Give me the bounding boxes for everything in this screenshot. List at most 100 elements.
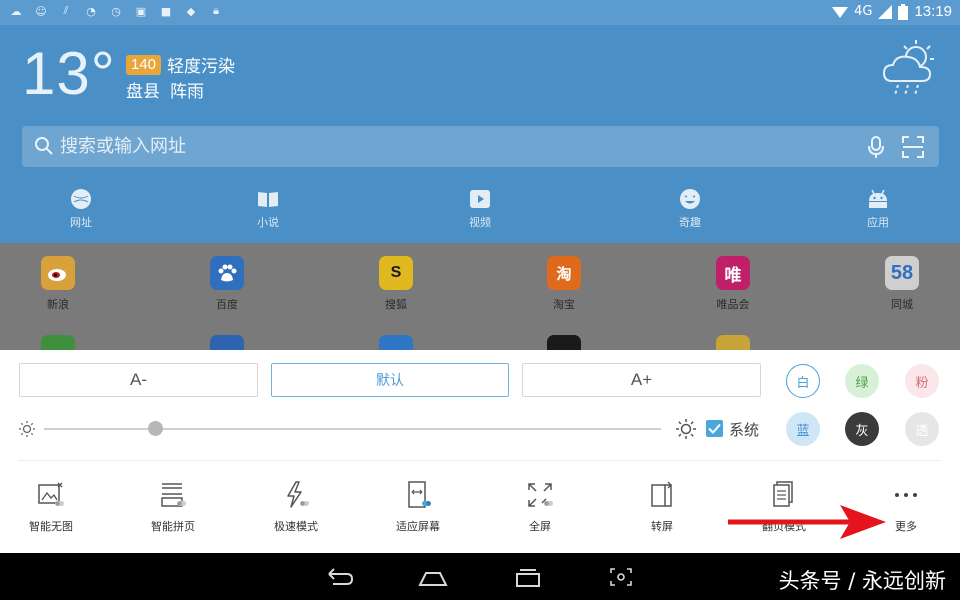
app-icon: ■ xyxy=(160,4,172,18)
vip-logo-icon: 唯 xyxy=(716,256,750,290)
site-partial-icon[interactable] xyxy=(716,335,750,350)
smile-icon xyxy=(680,189,700,209)
site-partial-icon[interactable] xyxy=(41,335,75,350)
font-decrease-button[interactable]: A- xyxy=(19,363,258,397)
rain-cloud-icon[interactable] xyxy=(880,37,940,97)
watermark-text: 头条号 / 永远创新 xyxy=(778,569,946,593)
tool-rotate-screen[interactable]: 转屏 xyxy=(617,480,707,534)
nav-label: 奇趣 xyxy=(679,216,701,229)
site-label: 百度 xyxy=(216,298,238,311)
tool-label: 智能拼页 xyxy=(151,520,195,533)
nav-label: 视频 xyxy=(469,216,491,229)
brightness-high-icon xyxy=(676,419,696,439)
system-brightness-checkbox[interactable] xyxy=(706,420,723,437)
site-baidu[interactable]: 百度 xyxy=(187,256,267,312)
site-58-tongcheng[interactable]: 58 同城 xyxy=(862,256,942,312)
checkmark-icon xyxy=(708,423,721,434)
nav-label: 应用 xyxy=(867,216,889,229)
tool-label: 极速模式 xyxy=(274,520,318,533)
tool-fit-screen[interactable]: 适应屏幕 xyxy=(373,480,463,534)
home-nav: 网址 小说 视频 奇趣 应用 xyxy=(0,188,960,238)
nav-item-apps[interactable]: 应用 xyxy=(838,188,918,230)
baidu-logo-icon xyxy=(210,256,244,290)
status-bar: ☁ ☺ ⫽ ◔ ◷ ▣ ■ ◆ 🔒︎ 4G 13:19 xyxy=(0,0,960,25)
status-left-icons: ☁ ☺ ⫽ ◔ ◷ ▣ ■ ◆ 🔒︎ xyxy=(8,4,224,18)
page-merge-icon xyxy=(161,483,186,507)
system-brightness-label: 系统 xyxy=(729,421,760,439)
cell-signal-icon xyxy=(878,4,893,19)
air-quality[interactable]: 140 轻度污染 xyxy=(126,52,235,77)
cloud-icon: ☁ xyxy=(10,4,22,18)
site-vip[interactable]: 唯 唯品会 xyxy=(693,256,773,312)
screenshot-icon[interactable] xyxy=(608,565,634,589)
nav-item-fun[interactable]: 奇趣 xyxy=(650,188,730,230)
tool-smart-no-image[interactable]: 智能无图 xyxy=(6,480,96,534)
status-right: 4G 13:19 xyxy=(832,3,952,20)
site-partial-icon[interactable] xyxy=(210,335,244,350)
theme-transparent-button[interactable]: 透 xyxy=(905,412,939,446)
image-icon: ▣ xyxy=(135,4,147,18)
site-taobao[interactable]: 淘 淘宝 xyxy=(524,256,604,312)
tool-speed-mode[interactable]: 极速模式 xyxy=(251,480,341,534)
theme-blue-button[interactable]: 蓝 xyxy=(786,412,820,446)
system-nav-bar: 头条号 / 永远创新 xyxy=(0,553,960,600)
site-partial-icon[interactable] xyxy=(547,335,581,350)
tool-label: 适应屏幕 xyxy=(396,520,440,533)
site-sohu[interactable]: S 搜狐 xyxy=(356,256,436,312)
sohu-logo-icon: S xyxy=(379,256,413,290)
notification-icon: ◆ xyxy=(186,4,196,18)
brightness-slider-thumb[interactable] xyxy=(148,421,164,436)
search-input[interactable] xyxy=(60,126,820,167)
fit-screen-icon xyxy=(408,481,431,508)
recent-apps-icon[interactable] xyxy=(513,565,543,589)
search-icon xyxy=(35,137,53,155)
nav-item-web[interactable]: 网址 xyxy=(41,188,121,230)
signal-lines-icon: ⫽ xyxy=(63,4,69,17)
site-label: 唯品会 xyxy=(716,298,750,311)
theme-green-button[interactable]: 绿 xyxy=(845,364,879,398)
site-partial-icon[interactable] xyxy=(379,335,413,350)
person-icon: ☺ xyxy=(35,4,47,18)
tool-fullscreen[interactable]: 全屏 xyxy=(495,480,585,534)
theme-white-button[interactable]: 白 xyxy=(786,364,820,398)
nav-label: 网址 xyxy=(70,216,92,229)
home-header: 13° 140 轻度污染 盘县 阵雨 搜索或输入网址 网址 小说 视频 奇趣 应… xyxy=(0,25,960,243)
scan-icon[interactable] xyxy=(901,135,925,159)
tool-smart-page-merge[interactable]: 智能拼页 xyxy=(128,480,218,534)
globe-icon xyxy=(71,189,91,209)
android-icon xyxy=(869,189,887,208)
divider xyxy=(18,460,940,461)
theme-gray-button[interactable]: 灰 xyxy=(845,412,879,446)
weather-location[interactable]: 盘县 阵雨 xyxy=(126,77,204,102)
play-icon xyxy=(470,190,490,208)
shortcut-grid: 新浪 百度 S 搜狐 淘 淘宝 唯 唯品会 58 同城 xyxy=(0,243,960,350)
brightness-slider[interactable] xyxy=(44,421,661,436)
theme-pink-button[interactable]: 粉 xyxy=(905,364,939,398)
network-type: 4G xyxy=(854,4,873,19)
tool-label: 全屏 xyxy=(529,520,551,533)
site-sina[interactable]: 新浪 xyxy=(18,256,98,312)
wifi-signal-icon xyxy=(832,6,849,18)
nav-item-novel[interactable]: 小说 xyxy=(228,188,308,230)
fullscreen-icon xyxy=(528,483,553,507)
weather-condition: 阵雨 xyxy=(170,82,204,102)
tool-label: 转屏 xyxy=(651,520,673,533)
rotate-screen-icon xyxy=(651,481,672,507)
nav-item-video[interactable]: 视频 xyxy=(440,188,520,230)
home-icon[interactable] xyxy=(418,565,448,589)
annotation-arrow xyxy=(728,505,886,539)
back-icon[interactable] xyxy=(325,565,355,589)
microphone-icon[interactable] xyxy=(865,135,887,159)
font-increase-button[interactable]: A+ xyxy=(522,363,761,397)
lock-icon: 🔒︎ xyxy=(213,4,219,17)
aqi-badge: 140 xyxy=(126,54,162,75)
font-default-button[interactable]: 默认 xyxy=(271,363,509,397)
sina-logo-icon xyxy=(41,256,75,290)
city-name: 盘县 xyxy=(126,82,160,102)
58-logo-icon: 58 xyxy=(885,256,919,290)
book-icon xyxy=(258,192,278,207)
brightness-row: 系统 xyxy=(18,418,763,442)
taobao-logo-icon: 淘 xyxy=(547,256,581,290)
nav-label: 小说 xyxy=(257,216,279,229)
search-bar[interactable] xyxy=(22,126,939,167)
